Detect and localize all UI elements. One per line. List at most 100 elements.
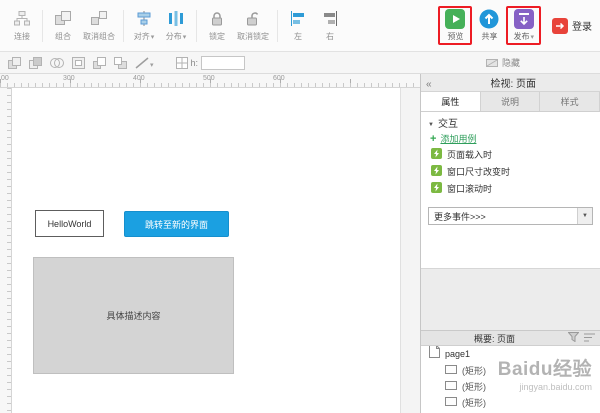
ruler-mark: 500 [203,75,215,82]
page-boundary [400,88,420,413]
add-case-link[interactable]: 添加用例 [421,130,600,146]
toolbar-separator [123,10,124,42]
tree-item-page1[interactable]: page1 [421,346,600,362]
login-button[interactable]: 登录 [552,17,592,35]
highlight-box-publish: 发布 [506,6,541,45]
axure-app-window: 连接 组合 取消组合 对齐 分布 [0,0,600,413]
interaction-label: 交互 [438,115,458,130]
horizontal-ruler: 00 300 400 500 600 [0,74,420,88]
outline-header: 概要: 页面 [421,330,600,346]
design-canvas[interactable]: HelloWorld 跳转至新的界面 具体描述内容 [12,88,420,413]
more-events-dropdown[interactable]: 更多事件>>> [428,207,593,225]
tool-label: 对齐 [134,31,155,42]
ruler-mark: 300 [63,75,75,82]
tool-label: 左 [294,31,302,42]
rectangle-icon [445,393,457,411]
ruler-mark: 00 [1,75,9,82]
tool-label: 取消组合 [83,31,115,42]
lock-tool-button[interactable]: 锁定 [205,10,229,42]
share-button[interactable]: 共享 [479,10,499,42]
chevron-down-icon [150,32,155,41]
unlock-icon [245,10,261,28]
panel-filler [421,268,600,330]
preview-button[interactable]: 预览 [445,10,465,42]
share-label: 共享 [481,31,497,42]
sort-menu-icon[interactable] [584,329,595,347]
plus-icon [430,129,436,147]
tab-notes[interactable]: 说明 [481,92,541,111]
tree-item-rectangle[interactable]: (矩形) [421,378,600,394]
ungroup-icon [91,10,107,28]
publish-icon [514,10,534,28]
boolean-union-icon[interactable] [8,57,21,69]
line-style-icon[interactable] [135,54,154,72]
toolbar-separator [42,10,43,42]
hidden-icon [486,57,498,69]
align-tool-button[interactable]: 对齐 [132,10,156,42]
chevron-down-icon [182,32,187,41]
align-left-tool-button[interactable]: 左 [286,10,310,42]
group-tool-button[interactable]: 组合 [51,10,75,42]
highlight-box-preview: 预览 [438,6,472,45]
event-icon [431,146,442,164]
group-icon [55,10,71,28]
style-toolbar: h: 隐藏 [0,52,600,74]
toolbar-separator [277,10,278,42]
page-icon [429,346,440,363]
inspector-panel: 检视: 页面 属性 说明 样式 交互 添加用例 页面载入时 [420,74,600,413]
tool-label: 取消锁定 [237,31,269,42]
publish-button[interactable]: 发布 [513,10,534,42]
toolbar-separator [196,10,197,42]
tab-style[interactable]: 样式 [540,92,600,111]
tool-label: 右 [326,31,334,42]
event-row-windowscroll[interactable]: 窗口滚动时 [421,180,600,197]
filter-icon[interactable] [568,329,579,347]
add-case-label: 添加用例 [440,132,476,145]
height-field-label: h: [191,58,199,68]
chevron-down-icon [529,32,534,41]
publish-tools: 预览 共享 发布 [438,6,594,45]
hidden-label: 隐藏 [502,56,520,69]
bring-to-front-icon[interactable] [93,57,106,69]
chevron-down-icon [577,208,592,224]
share-cloud-icon [479,10,499,28]
tree-item-rectangle[interactable]: (矩形) [421,394,600,410]
event-row-pageload[interactable]: 页面载入时 [421,146,600,163]
size-grid-icon [176,57,188,69]
tree-item-rectangle[interactable]: (矩形) [421,362,600,378]
tool-label: 分布 [166,31,187,42]
height-input[interactable] [201,56,245,70]
preview-label: 预览 [447,31,463,42]
distribute-tool-button[interactable]: 分布 [164,10,188,42]
login-label: 登录 [572,18,592,33]
boolean-exclude-icon[interactable] [72,57,85,69]
ungroup-tool-button[interactable]: 取消组合 [83,10,115,42]
unlock-tool-button[interactable]: 取消锁定 [237,10,269,42]
boolean-intersect-icon[interactable] [50,57,64,69]
tab-properties[interactable]: 属性 [421,92,481,111]
tool-label: 连接 [14,31,30,42]
event-row-windowresize[interactable]: 窗口尺寸改变时 [421,163,600,180]
description-rectangle-widget[interactable]: 具体描述内容 [33,257,234,374]
outline-tree: page1 (矩形) (矩形) (矩形) [421,346,600,413]
align-left-icon [290,10,306,28]
jump-button-widget[interactable]: 跳转至新的界面 [124,211,229,237]
send-to-back-icon[interactable] [114,57,127,69]
event-icon [431,163,442,181]
interaction-section-header[interactable]: 交互 [421,112,600,130]
inspector-tabs: 属性 说明 样式 [421,92,600,112]
size-field-group: h: [176,56,246,70]
chevron-down-icon [149,54,154,72]
align-right-icon [322,10,338,28]
hidden-toggle[interactable]: 隐藏 [486,56,520,69]
event-icon [431,180,442,198]
boolean-subtract-icon[interactable] [29,57,42,69]
inspector-header: 检视: 页面 [421,74,600,92]
main-toolbar: 连接 组合 取消组合 对齐 分布 [0,0,600,52]
ruler-mark: 600 [273,75,285,82]
lock-icon [209,10,225,28]
align-right-tool-button[interactable]: 右 [318,10,342,42]
connect-tool-button[interactable]: 连接 [10,10,34,42]
distribute-icon [168,10,184,28]
helloworld-widget[interactable]: HelloWorld [35,210,104,237]
